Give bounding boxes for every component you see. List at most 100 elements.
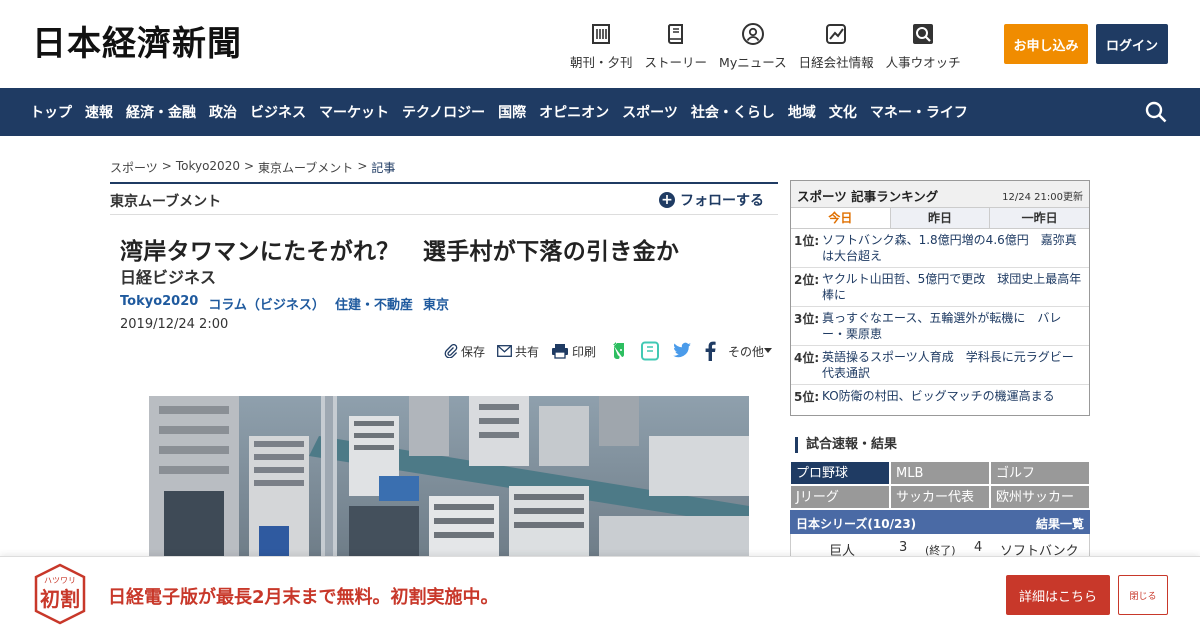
ranking-item[interactable]: 1位: ソフトバンク森、1.8億円増の4.6億円 嘉弥真は大台超え — [791, 229, 1089, 268]
printer-icon — [552, 344, 569, 359]
nav-story[interactable]: ストーリー — [644, 22, 708, 71]
global-nav: トップ 速報 経済・金融 政治 ビジネス マーケット テクノロジー 国際 オピニ… — [0, 88, 1200, 136]
ranking-link[interactable]: ヤクルト山田哲、5億円で更改 球団史上最高年棒に — [822, 271, 1083, 303]
site-logo[interactable]: 日本経濟新聞 — [32, 24, 242, 64]
article-actions: 保存 共有 印刷 その他 — [444, 340, 787, 362]
breadcrumb-current: 記事 — [371, 161, 396, 175]
more-button[interactable]: その他 — [728, 343, 775, 360]
gnav-top[interactable]: トップ — [30, 102, 72, 122]
results-link[interactable]: 結果一覧 — [1036, 515, 1084, 532]
print-button[interactable]: 印刷 — [551, 343, 596, 360]
gnav-economy[interactable]: 経済・金融 — [126, 102, 196, 122]
breadcrumb-separator: > — [357, 159, 368, 173]
series-name[interactable]: 東京ムーブメント — [110, 191, 221, 211]
ranking-link[interactable]: KO防衛の村田、ビッグマッチの機運高まる — [822, 388, 1055, 419]
gnav-society[interactable]: 社会・くらし — [691, 102, 775, 122]
game-series-title: 日本シリーズ(10/23) — [796, 517, 917, 531]
nav-paper[interactable]: 朝刊・夕刊 — [570, 22, 633, 71]
category-euro-soccer[interactable]: 欧州サッカー — [990, 485, 1090, 509]
gnav-region[interactable]: 地域 — [788, 102, 816, 122]
apply-button[interactable]: お申し込み — [1004, 24, 1088, 64]
breadcrumb: スポーツ > Tokyo2020 > 東京ムーブメント > 記事 — [110, 159, 395, 176]
nav-mynews[interactable]: Myニュース — [719, 22, 787, 71]
ranking-item[interactable]: 3位: 真っすぐなエース、五輪選外が転機に バレー・栗原恵 — [791, 307, 1089, 346]
nav-story-label: ストーリー — [644, 55, 708, 70]
category-golf[interactable]: ゴルフ — [990, 461, 1090, 485]
category-jleague[interactable]: Jリーグ — [790, 485, 890, 509]
nav-paper-label: 朝刊・夕刊 — [570, 55, 633, 70]
article-source: 日経ビジネス — [120, 268, 217, 287]
ranking-link[interactable]: ソフトバンク森、1.8億円増の4.6億円 嘉弥真は大台超え — [822, 232, 1083, 264]
gnav-culture[interactable]: 文化 — [829, 102, 857, 122]
gnav-money[interactable]: マネー・ライフ — [870, 102, 968, 122]
close-button[interactable]: 閉じる — [1118, 575, 1168, 615]
ranking-tabs: 今日 昨日 一昨日 — [791, 208, 1090, 229]
ranking-link[interactable]: 真っすぐなエース、五輪選外が転機に バレー・栗原恵 — [822, 310, 1083, 342]
newspaper-icon — [592, 24, 611, 44]
ranking-item[interactable]: 4位: 英語操るスポーツ人育成 学科長に元ラグビー代表通訳 — [791, 346, 1089, 385]
gnav-business[interactable]: ビジネス — [250, 102, 306, 122]
scores-category-grid: プロ野球 MLB ゴルフ Jリーグ サッカー代表 欧州サッカー — [790, 461, 1090, 509]
ranking-item[interactable]: 2位: ヤクルト山田哲、5億円で更改 球団史上最高年棒に — [791, 268, 1089, 307]
gnav-politics[interactable]: 政治 — [209, 102, 237, 122]
follow-label: フォローする — [680, 193, 764, 209]
ranking-item[interactable]: 5位: KO防衛の村田、ビッグマッチの機運高まる — [791, 385, 1089, 422]
category-soccer-japan[interactable]: サッカー代表 — [890, 485, 990, 509]
category-baseball[interactable]: プロ野球 — [790, 461, 890, 485]
tab-yesterday[interactable]: 昨日 — [890, 208, 991, 228]
badge-main-text: 初割 — [40, 587, 80, 611]
save-label: 保存 — [461, 344, 486, 359]
plus-icon: + — [659, 192, 675, 208]
breadcrumb-tokyo2020[interactable]: Tokyo2020 — [176, 159, 240, 176]
note-icon[interactable] — [640, 341, 660, 361]
follow-button[interactable]: + フォローする — [659, 190, 764, 210]
home-score: 3 — [899, 540, 908, 555]
category-mlb[interactable]: MLB — [890, 461, 990, 485]
caret-down-icon — [764, 348, 773, 353]
more-label: その他 — [728, 344, 765, 359]
tag-link[interactable]: 東京 — [423, 294, 449, 313]
breadcrumb-movement[interactable]: 東京ムーブメント — [258, 159, 353, 176]
gnav-market[interactable]: マーケット — [319, 102, 389, 122]
search-icon[interactable] — [1144, 100, 1168, 124]
article-title: 湾岸タワマンにたそがれ？ 選手村が下落の引き金か — [120, 239, 680, 265]
promo-text: 日経電子版が最長2月末まで無料。初割実施中。 — [108, 587, 499, 608]
gnav-international[interactable]: 国際 — [498, 102, 526, 122]
share-label: 共有 — [515, 344, 540, 359]
facebook-icon[interactable] — [704, 341, 716, 361]
tab-day-before[interactable]: 一昨日 — [990, 208, 1090, 228]
user-icon — [741, 23, 764, 45]
game-row[interactable]: 巨人 3 (終了) 4 ソフトバンク — [790, 534, 1090, 559]
detail-button[interactable]: 詳細はこちら — [1006, 575, 1110, 615]
ranking-box: スポーツ 記事ランキング 12/24 21:00更新 今日 昨日 一昨日 1位:… — [790, 180, 1090, 416]
breadcrumb-sports[interactable]: スポーツ — [110, 159, 158, 176]
gnav-sokuho[interactable]: 速報 — [85, 102, 113, 122]
breadcrumb-separator: > — [161, 159, 172, 173]
article-photo — [149, 396, 749, 566]
gnav-sports[interactable]: スポーツ — [622, 102, 678, 122]
gnav-technology[interactable]: テクノロジー — [402, 102, 485, 122]
ranking-number: 2位: — [794, 273, 820, 287]
paperclip-icon — [444, 344, 458, 358]
promo-banner: ハツワリ 初割 日経電子版が最長2月末まで無料。初割実施中。 詳細はこちら 閉じ… — [0, 556, 1200, 630]
tag-link[interactable]: Tokyo2020 — [120, 294, 198, 313]
nav-company-label: 日経会社情報 — [798, 55, 874, 70]
tag-link[interactable]: コラム（ビジネス） — [208, 294, 325, 313]
login-button[interactable]: ログイン — [1096, 24, 1168, 64]
ranking-number: 5位: — [794, 390, 820, 404]
away-score: 4 — [974, 540, 983, 555]
save-button[interactable]: 保存 — [444, 343, 485, 360]
ranking-link[interactable]: 英語操るスポーツ人育成 学科長に元ラグビー代表通訳 — [822, 349, 1083, 381]
scores-row: Jリーグ サッカー代表 欧州サッカー — [790, 485, 1090, 509]
ranking-title: スポーツ 記事ランキング — [797, 189, 939, 204]
share-button[interactable]: 共有 — [497, 343, 539, 360]
aerial-city-image — [149, 396, 749, 566]
hatsuwari-badge-icon: ハツワリ 初割 — [34, 563, 86, 625]
tag-link[interactable]: 住建・不動産 — [335, 294, 413, 313]
evernote-icon[interactable] — [608, 341, 628, 361]
gnav-opinion[interactable]: オピニオン — [539, 102, 609, 122]
nav-jinji[interactable]: 人事ウオッチ — [886, 22, 961, 71]
twitter-icon[interactable] — [672, 342, 692, 360]
tab-today[interactable]: 今日 — [791, 208, 891, 228]
nav-company[interactable]: 日経会社情報 — [799, 22, 874, 71]
